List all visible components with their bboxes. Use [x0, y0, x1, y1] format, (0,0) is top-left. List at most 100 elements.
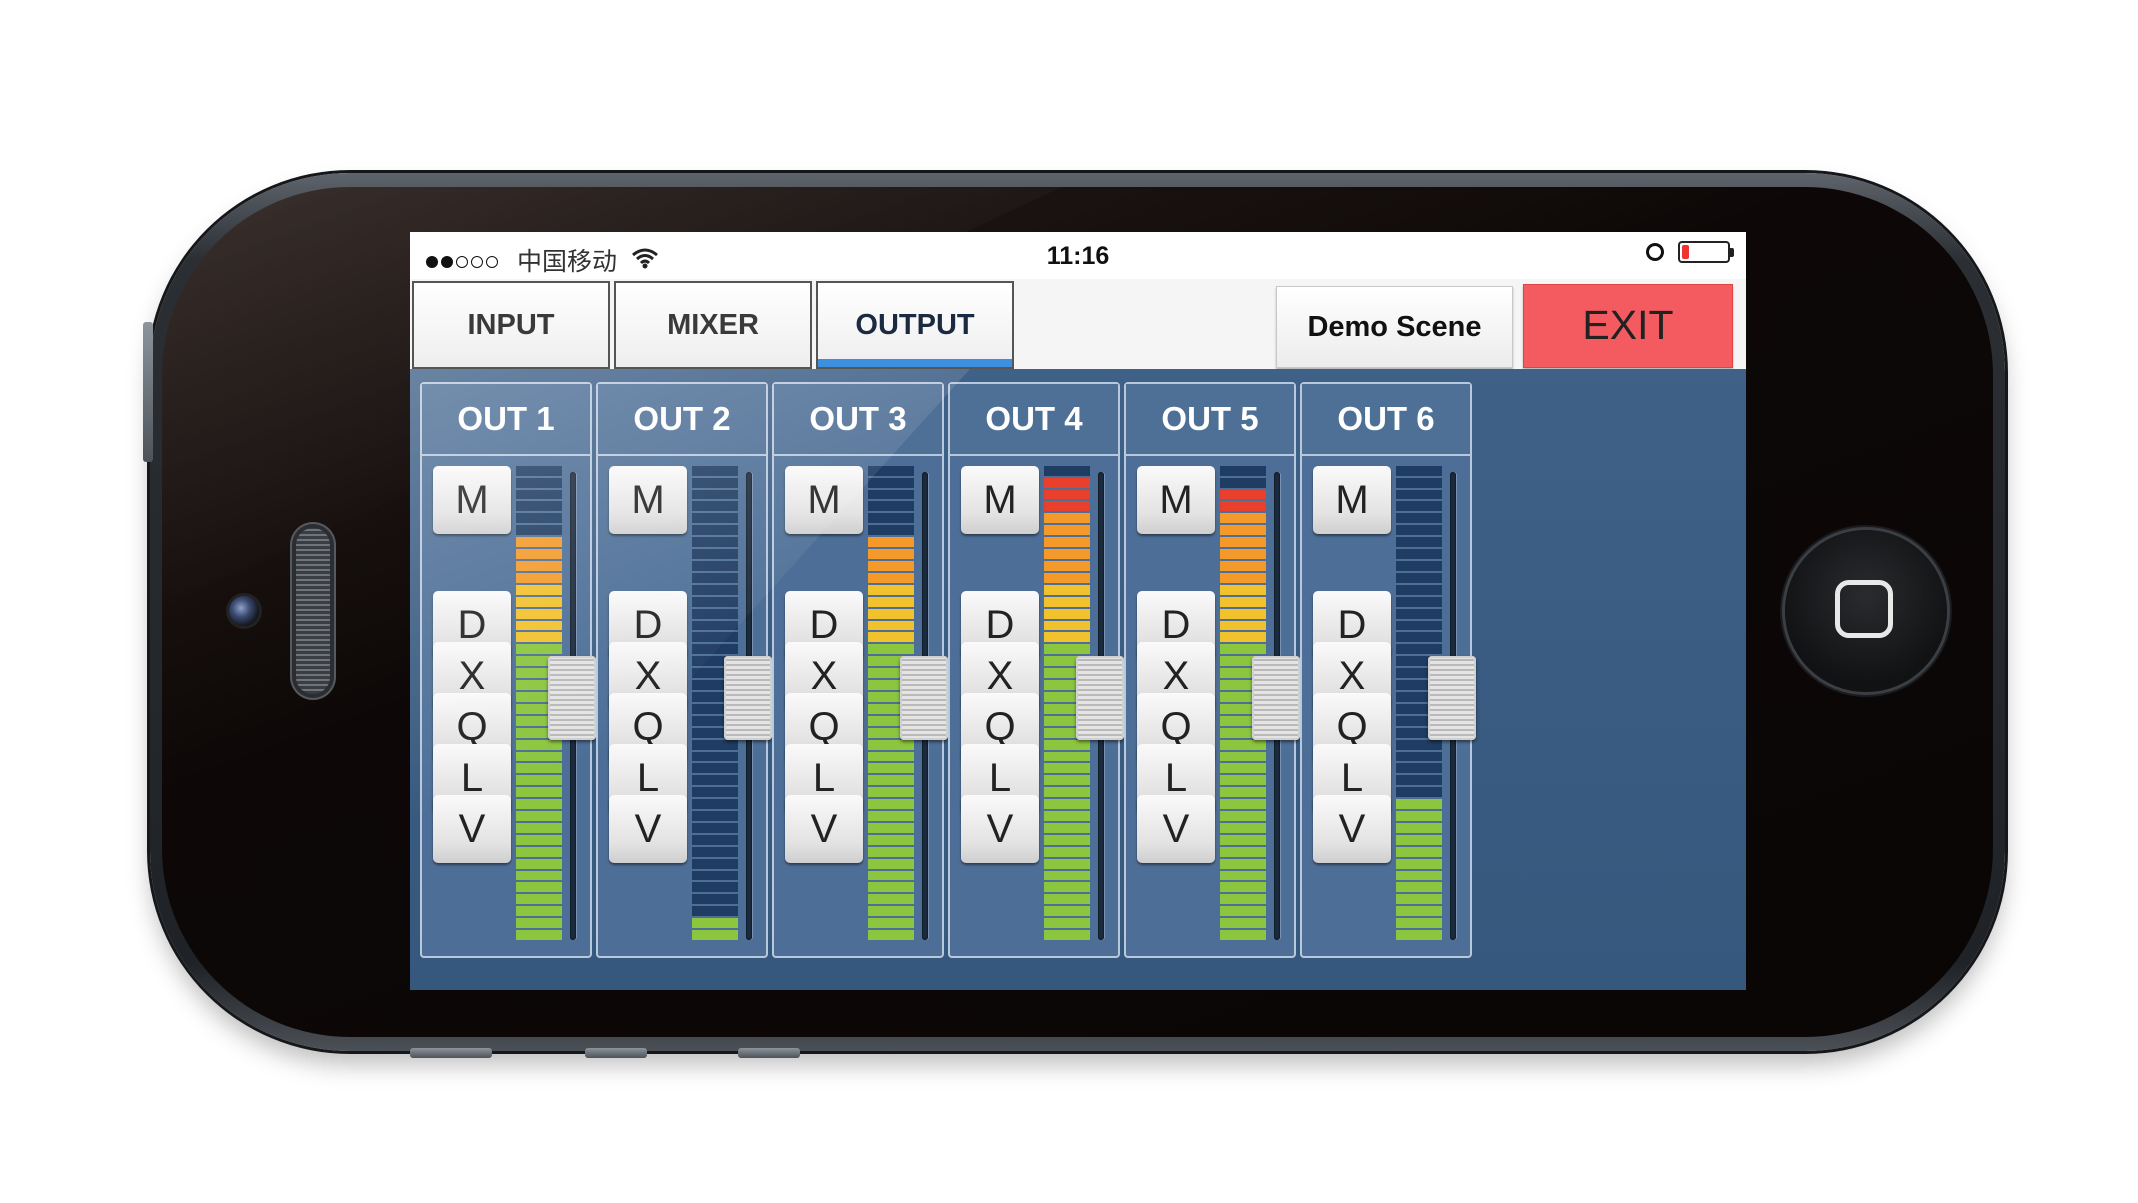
meter-segment — [1220, 763, 1266, 774]
fader-knob[interactable] — [1428, 656, 1476, 741]
meter-segment — [1044, 751, 1090, 762]
meter-segment — [1396, 537, 1442, 548]
meter-segment — [868, 882, 914, 893]
meter-segment — [1220, 549, 1266, 559]
meter-segment — [1396, 882, 1442, 893]
meter-segment — [1044, 930, 1090, 940]
meter-segment — [1220, 513, 1266, 524]
meter-segment — [516, 846, 562, 857]
meter-segment — [692, 811, 738, 821]
alarm-clock-icon — [1646, 243, 1664, 261]
channel-button-m[interactable]: M — [785, 466, 863, 534]
meter-segment — [1044, 620, 1090, 631]
meter-segment — [516, 608, 562, 619]
meter-segment — [516, 787, 562, 798]
meter-segment — [1396, 644, 1442, 655]
meter-segment — [516, 858, 562, 869]
meter-segment — [516, 882, 562, 893]
channel-button-v[interactable]: V — [961, 795, 1039, 863]
channel-button-v[interactable]: V — [609, 795, 687, 863]
channel-name: OUT 3 — [774, 384, 942, 456]
channel-button-m[interactable]: M — [961, 466, 1039, 534]
earpiece-speaker — [296, 528, 330, 694]
meter-segment — [1044, 799, 1090, 810]
meter-segment — [868, 918, 914, 929]
meter-segment — [1220, 822, 1266, 833]
scene-button[interactable]: Demo Scene — [1276, 286, 1513, 368]
meter-segment — [692, 501, 738, 512]
meter-segment — [1396, 787, 1442, 798]
fader-knob[interactable] — [900, 656, 948, 741]
meter-segment — [692, 513, 738, 524]
meter-segment — [1396, 906, 1442, 917]
meter-segment — [868, 799, 914, 810]
meter-segment — [516, 620, 562, 631]
channel-strip: OUT 1MDXQLV — [420, 382, 596, 958]
channel-button-v[interactable]: V — [785, 795, 863, 863]
meter-segment — [1396, 799, 1442, 810]
meter-segment — [692, 846, 738, 857]
meter-segment — [1396, 930, 1442, 940]
meter-segment — [692, 489, 738, 500]
meter-segment — [516, 811, 562, 821]
channel-button-v[interactable]: V — [1137, 795, 1215, 863]
meter-segment — [1044, 775, 1090, 786]
meter-segment — [868, 489, 914, 500]
meter-segment — [1044, 465, 1090, 476]
meter-segment — [1396, 572, 1442, 583]
meter-segment — [1220, 739, 1266, 750]
meter-segment — [1044, 549, 1090, 559]
meter-segment — [868, 858, 914, 869]
fader-knob[interactable] — [1252, 656, 1300, 741]
meter-segment — [1220, 846, 1266, 857]
meter-segment — [1220, 596, 1266, 607]
meter-segment — [692, 525, 738, 536]
channel-button-v[interactable]: V — [1313, 795, 1391, 863]
exit-button[interactable]: EXIT — [1523, 284, 1733, 368]
tab-mixer[interactable]: MIXER — [614, 281, 812, 369]
meter-segment — [868, 513, 914, 524]
meter-segment — [1044, 918, 1090, 929]
channel-name: OUT 1 — [422, 384, 590, 456]
meter-segment — [1044, 537, 1090, 548]
meter-segment — [868, 906, 914, 917]
meter-segment — [516, 644, 562, 655]
meter-segment — [692, 620, 738, 631]
meter-segment — [1220, 787, 1266, 798]
meter-segment — [1044, 489, 1090, 500]
fader-knob[interactable] — [1076, 656, 1124, 741]
meter-segment — [516, 822, 562, 833]
channel-button-m[interactable]: M — [1137, 466, 1215, 534]
channel-button-v[interactable]: V — [433, 795, 511, 863]
home-button[interactable] — [1785, 530, 1947, 692]
meter-segment — [1220, 882, 1266, 893]
channel-button-m[interactable]: M — [1313, 466, 1391, 534]
meter-segment — [1220, 477, 1266, 488]
meter-segment — [868, 525, 914, 536]
meter-segment — [1396, 584, 1442, 595]
meter-segment — [868, 477, 914, 488]
meter-segment — [868, 561, 914, 571]
meter-segment — [516, 549, 562, 559]
meter-segment — [692, 930, 738, 940]
channel-strip: OUT 3MDXQLV — [772, 382, 948, 958]
meter-segment — [692, 477, 738, 488]
meter-segment — [692, 596, 738, 607]
channel-button-m[interactable]: M — [609, 466, 687, 534]
tab-input[interactable]: INPUT — [412, 281, 610, 369]
fader-knob[interactable] — [548, 656, 596, 741]
meter-segment — [1396, 775, 1442, 786]
meter-segment — [1220, 799, 1266, 810]
meter-segment — [516, 751, 562, 762]
meter-segment — [1220, 608, 1266, 619]
meter-segment — [1396, 822, 1442, 833]
channel-button-m[interactable]: M — [433, 466, 511, 534]
meter-segment — [516, 799, 562, 810]
tab-output[interactable]: OUTPUT — [816, 281, 1014, 369]
meter-segment — [1044, 513, 1090, 524]
meter-segment — [868, 775, 914, 786]
meter-segment — [1396, 620, 1442, 631]
meter-segment — [868, 572, 914, 583]
fader-knob[interactable] — [724, 656, 772, 741]
meter-segment — [692, 918, 738, 929]
